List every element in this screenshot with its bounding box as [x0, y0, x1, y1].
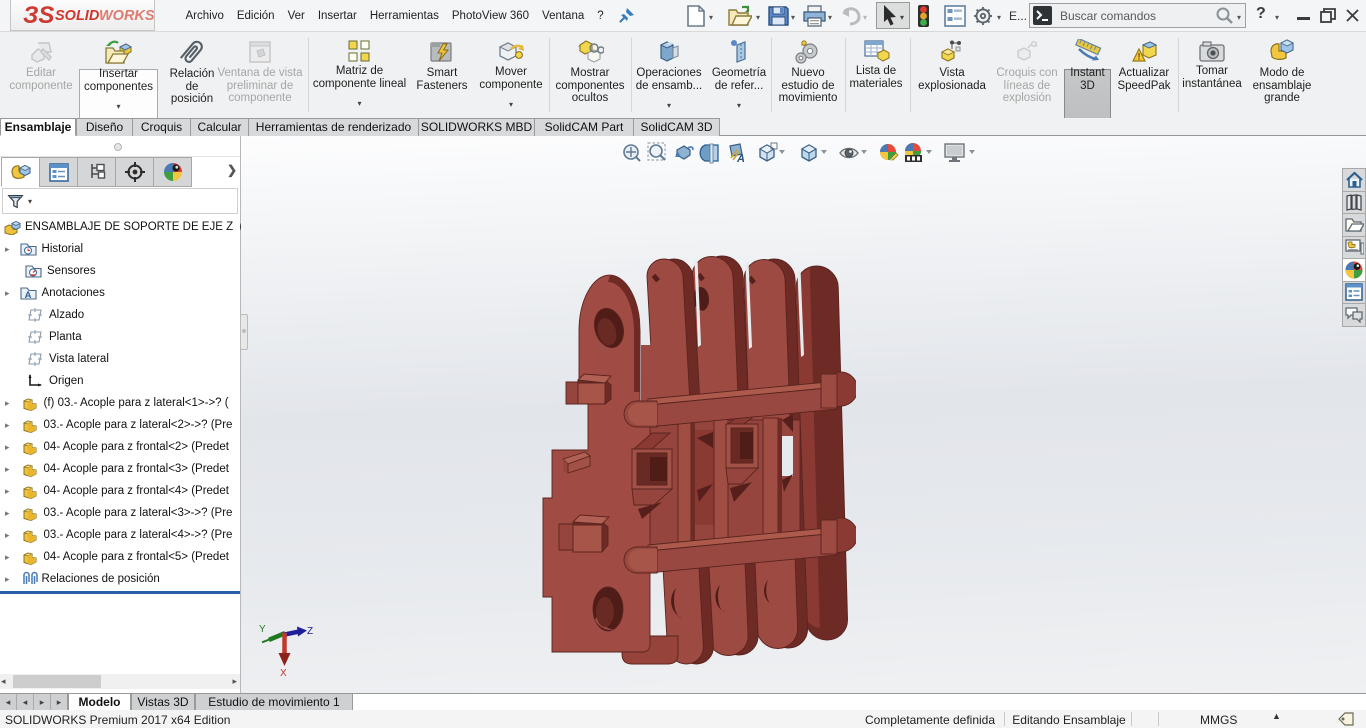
svg-text:Y: Y: [259, 624, 266, 635]
svg-text:WORKS: WORKS: [99, 8, 154, 24]
svg-text:Z: Z: [307, 626, 313, 637]
svg-text:X: X: [280, 668, 287, 676]
svg-text:ЗS: ЗS: [23, 2, 54, 29]
svg-text:A: A: [736, 153, 745, 165]
svg-text:SOLID: SOLID: [55, 8, 100, 24]
svg-text:A: A: [24, 290, 31, 301]
svg-text:!: !: [1137, 52, 1140, 62]
